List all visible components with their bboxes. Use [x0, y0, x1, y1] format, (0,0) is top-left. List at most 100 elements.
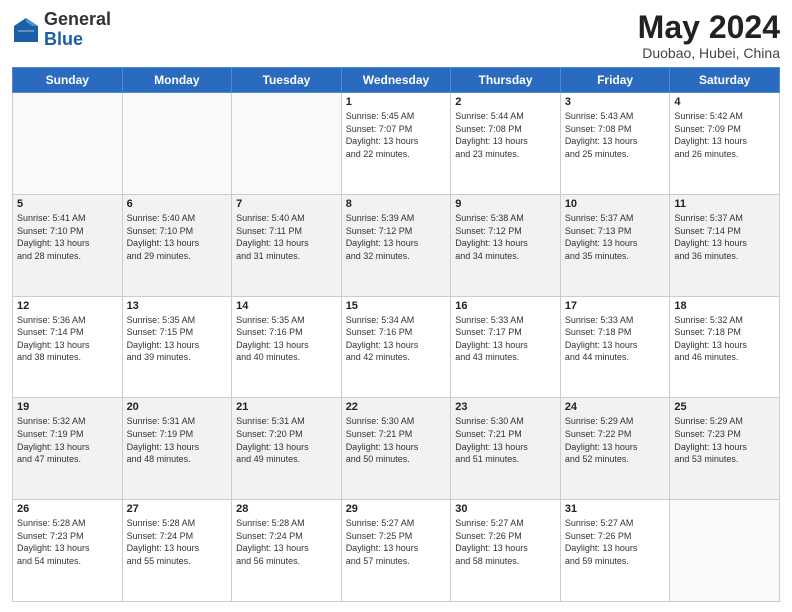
calendar-week-row: 19 Sunrise: 5:32 AM Sunset: 7:19 PM Dayli…: [13, 398, 780, 500]
calendar-day-cell: 4 Sunrise: 5:42 AM Sunset: 7:09 PM Daylig…: [670, 93, 780, 195]
day-info: Sunrise: 5:44 AM Sunset: 7:08 PM Dayligh…: [455, 110, 556, 160]
day-number: 11: [674, 198, 775, 210]
calendar-day-cell: 29Sunrise: 5:27 AM Sunset: 7:25 PM Dayli…: [341, 500, 451, 602]
day-info: Sunrise: 5:35 AM Sunset: 7:15 PM Dayligh…: [127, 314, 228, 364]
page: General Blue May 2024 Duobao, Hubei, Chi…: [0, 0, 792, 612]
calendar: SundayMondayTuesdayWednesdayThursdayFrid…: [12, 67, 780, 602]
calendar-day-header: Sunday: [13, 68, 123, 93]
day-info: Sunrise: 5:45 AM Sunset: 7:07 PM Dayligh…: [346, 110, 447, 160]
day-number: 19: [17, 401, 118, 413]
calendar-day-cell: 25 Sunrise: 5:29 AM Sunset: 7:23 PM Dayli…: [670, 398, 780, 500]
calendar-day-cell: 31Sunrise: 5:27 AM Sunset: 7:26 PM Dayli…: [560, 500, 670, 602]
calendar-day-header: Saturday: [670, 68, 780, 93]
day-number: 30: [455, 503, 556, 515]
calendar-day-cell: 6 Sunrise: 5:40 AM Sunset: 7:10 PM Daylig…: [122, 194, 232, 296]
calendar-day-cell: 17 Sunrise: 5:33 AM Sunset: 7:18 PM Dayli…: [560, 296, 670, 398]
calendar-day-cell: 30Sunrise: 5:27 AM Sunset: 7:26 PM Dayli…: [451, 500, 561, 602]
day-info: Sunrise: 5:32 AM Sunset: 7:19 PM Dayligh…: [17, 415, 118, 465]
day-info: Sunrise: 5:34 AM Sunset: 7:16 PM Dayligh…: [346, 314, 447, 364]
calendar-day-header: Tuesday: [232, 68, 342, 93]
day-number: 5: [17, 198, 118, 210]
day-info: Sunrise: 5:31 AM Sunset: 7:19 PM Dayligh…: [127, 415, 228, 465]
calendar-day-cell: 15 Sunrise: 5:34 AM Sunset: 7:16 PM Dayli…: [341, 296, 451, 398]
calendar-day-cell: [232, 93, 342, 195]
day-number: 3: [565, 96, 666, 108]
day-number: 15: [346, 300, 447, 312]
calendar-day-cell: 8Sunrise: 5:39 AM Sunset: 7:12 PM Daylig…: [341, 194, 451, 296]
calendar-day-cell: 21 Sunrise: 5:31 AM Sunset: 7:20 PM Dayli…: [232, 398, 342, 500]
day-info: Sunrise: 5:29 AM Sunset: 7:22 PM Dayligh…: [565, 415, 666, 465]
calendar-day-cell: 19 Sunrise: 5:32 AM Sunset: 7:19 PM Dayli…: [13, 398, 123, 500]
calendar-week-row: 26 Sunrise: 5:28 AM Sunset: 7:23 PM Dayli…: [13, 500, 780, 602]
day-number: 2: [455, 96, 556, 108]
calendar-day-cell: 16Sunrise: 5:33 AM Sunset: 7:17 PM Dayli…: [451, 296, 561, 398]
calendar-day-cell: 24Sunrise: 5:29 AM Sunset: 7:22 PM Dayli…: [560, 398, 670, 500]
day-number: 12: [17, 300, 118, 312]
calendar-day-header: Friday: [560, 68, 670, 93]
calendar-week-row: 12Sunrise: 5:36 AM Sunset: 7:14 PM Dayli…: [13, 296, 780, 398]
day-info: Sunrise: 5:39 AM Sunset: 7:12 PM Dayligh…: [346, 212, 447, 262]
day-number: 20: [127, 401, 228, 413]
calendar-day-cell: 23Sunrise: 5:30 AM Sunset: 7:21 PM Dayli…: [451, 398, 561, 500]
calendar-day-header: Monday: [122, 68, 232, 93]
day-number: 17: [565, 300, 666, 312]
calendar-day-cell: 27Sunrise: 5:28 AM Sunset: 7:24 PM Dayli…: [122, 500, 232, 602]
calendar-day-cell: 5 Sunrise: 5:41 AM Sunset: 7:10 PM Daylig…: [13, 194, 123, 296]
day-number: 26: [17, 503, 118, 515]
day-info: Sunrise: 5:33 AM Sunset: 7:17 PM Dayligh…: [455, 314, 556, 364]
calendar-day-cell: 11 Sunrise: 5:37 AM Sunset: 7:14 PM Dayli…: [670, 194, 780, 296]
title-block: May 2024 Duobao, Hubei, China: [638, 10, 780, 61]
day-info: Sunrise: 5:37 AM Sunset: 7:14 PM Dayligh…: [674, 212, 775, 262]
calendar-week-row: 5 Sunrise: 5:41 AM Sunset: 7:10 PM Daylig…: [13, 194, 780, 296]
logo: General Blue: [12, 10, 111, 50]
logo-icon: [12, 16, 40, 44]
logo-blue: Blue: [44, 29, 83, 49]
day-number: 18: [674, 300, 775, 312]
day-info: Sunrise: 5:40 AM Sunset: 7:10 PM Dayligh…: [127, 212, 228, 262]
day-info: Sunrise: 5:31 AM Sunset: 7:20 PM Dayligh…: [236, 415, 337, 465]
calendar-day-cell: 1 Sunrise: 5:45 AM Sunset: 7:07 PM Daylig…: [341, 93, 451, 195]
calendar-day-cell: 18Sunrise: 5:32 AM Sunset: 7:18 PM Dayli…: [670, 296, 780, 398]
day-number: 21: [236, 401, 337, 413]
calendar-header-row: SundayMondayTuesdayWednesdayThursdayFrid…: [13, 68, 780, 93]
day-info: Sunrise: 5:28 AM Sunset: 7:24 PM Dayligh…: [236, 517, 337, 567]
day-number: 27: [127, 503, 228, 515]
day-number: 7: [236, 198, 337, 210]
logo-general: General: [44, 9, 111, 29]
calendar-day-cell: 28 Sunrise: 5:28 AM Sunset: 7:24 PM Dayli…: [232, 500, 342, 602]
calendar-day-cell: 3 Sunrise: 5:43 AM Sunset: 7:08 PM Daylig…: [560, 93, 670, 195]
calendar-day-cell: 14 Sunrise: 5:35 AM Sunset: 7:16 PM Dayli…: [232, 296, 342, 398]
calendar-day-cell: 20 Sunrise: 5:31 AM Sunset: 7:19 PM Dayli…: [122, 398, 232, 500]
calendar-day-cell: [13, 93, 123, 195]
day-info: Sunrise: 5:41 AM Sunset: 7:10 PM Dayligh…: [17, 212, 118, 262]
calendar-week-row: 1 Sunrise: 5:45 AM Sunset: 7:07 PM Daylig…: [13, 93, 780, 195]
day-info: Sunrise: 5:33 AM Sunset: 7:18 PM Dayligh…: [565, 314, 666, 364]
calendar-day-cell: [122, 93, 232, 195]
day-number: 29: [346, 503, 447, 515]
day-info: Sunrise: 5:43 AM Sunset: 7:08 PM Dayligh…: [565, 110, 666, 160]
day-info: Sunrise: 5:28 AM Sunset: 7:23 PM Dayligh…: [17, 517, 118, 567]
day-info: Sunrise: 5:38 AM Sunset: 7:12 PM Dayligh…: [455, 212, 556, 262]
day-number: 1: [346, 96, 447, 108]
calendar-day-cell: 7 Sunrise: 5:40 AM Sunset: 7:11 PM Daylig…: [232, 194, 342, 296]
month-year: May 2024: [638, 10, 780, 45]
day-number: 13: [127, 300, 228, 312]
day-number: 6: [127, 198, 228, 210]
day-number: 28: [236, 503, 337, 515]
day-number: 23: [455, 401, 556, 413]
calendar-day-header: Thursday: [451, 68, 561, 93]
calendar-day-cell: 13 Sunrise: 5:35 AM Sunset: 7:15 PM Dayli…: [122, 296, 232, 398]
calendar-day-cell: 2 Sunrise: 5:44 AM Sunset: 7:08 PM Daylig…: [451, 93, 561, 195]
calendar-day-cell: 26 Sunrise: 5:28 AM Sunset: 7:23 PM Dayli…: [13, 500, 123, 602]
day-info: Sunrise: 5:35 AM Sunset: 7:16 PM Dayligh…: [236, 314, 337, 364]
calendar-day-cell: 9 Sunrise: 5:38 AM Sunset: 7:12 PM Daylig…: [451, 194, 561, 296]
day-info: Sunrise: 5:42 AM Sunset: 7:09 PM Dayligh…: [674, 110, 775, 160]
calendar-day-header: Wednesday: [341, 68, 451, 93]
day-number: 9: [455, 198, 556, 210]
day-info: Sunrise: 5:40 AM Sunset: 7:11 PM Dayligh…: [236, 212, 337, 262]
day-number: 25: [674, 401, 775, 413]
day-number: 22: [346, 401, 447, 413]
day-number: 14: [236, 300, 337, 312]
day-info: Sunrise: 5:29 AM Sunset: 7:23 PM Dayligh…: [674, 415, 775, 465]
day-number: 4: [674, 96, 775, 108]
